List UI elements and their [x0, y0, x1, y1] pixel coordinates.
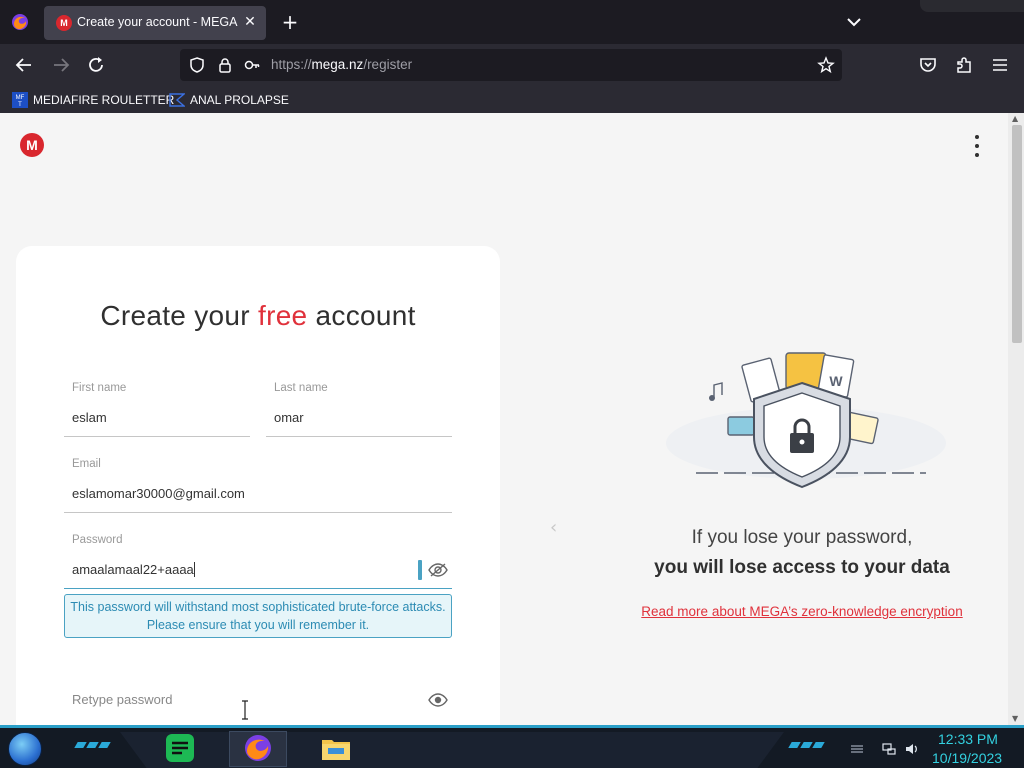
- carousel-prev-icon[interactable]: ‹: [550, 518, 564, 538]
- show-hidden-icons-icon[interactable]: [850, 742, 864, 756]
- pocket-icon[interactable]: [917, 54, 939, 76]
- taskbar-decoration-right: [788, 742, 825, 750]
- email-label: Email: [72, 458, 101, 470]
- security-illustration: W: [666, 352, 946, 489]
- bookmark-icon: [169, 93, 185, 107]
- window-decoration: [920, 0, 1024, 12]
- first-name-field[interactable]: First name eslam: [64, 382, 250, 437]
- clock-date[interactable]: 10/19/2023: [932, 750, 1002, 766]
- page-scrollbar[interactable]: ▲ ▼: [1008, 113, 1024, 725]
- tab-active[interactable]: M Create your account - MEGA ✕: [44, 6, 266, 40]
- eye-icon[interactable]: [428, 692, 448, 708]
- taskbar-decoration-left: [74, 742, 111, 750]
- password-label: Password: [72, 534, 123, 546]
- spotify-notes-icon[interactable]: [164, 732, 196, 764]
- clock-time[interactable]: 12:33 PM: [938, 731, 998, 747]
- last-name-field[interactable]: Last name omar: [266, 382, 452, 437]
- first-name-label: First name: [72, 382, 127, 394]
- back-button[interactable]: [13, 54, 35, 76]
- page-title: Create your free account: [100, 300, 416, 331]
- svg-text:W: W: [829, 373, 843, 389]
- mediafire-icon: MF T: [12, 92, 28, 108]
- mega-logo[interactable]: M: [20, 133, 44, 157]
- tab-close-icon[interactable]: ✕: [242, 14, 258, 30]
- page-viewport: M Create your free account First name es…: [0, 113, 1024, 725]
- last-name-input[interactable]: omar: [274, 410, 304, 425]
- app-menu-icon[interactable]: [989, 54, 1011, 76]
- svg-text:T: T: [18, 102, 22, 108]
- url-text[interactable]: https://mega.nz/register: [271, 57, 412, 72]
- new-tab-button[interactable]: +: [280, 12, 300, 32]
- taskbar-app-area: [120, 732, 784, 768]
- email-field[interactable]: Email eslamomar30000@gmail.com: [64, 458, 452, 513]
- info-line-2: you will lose access to your data: [654, 557, 950, 578]
- retype-password-input[interactable]: Retype password: [72, 692, 172, 707]
- forward-button[interactable]: [50, 54, 72, 76]
- email-input[interactable]: eslamomar30000@gmail.com: [72, 486, 245, 501]
- bookmark-anal-prolapse[interactable]: ANAL PROLAPSE: [169, 90, 289, 110]
- key-icon[interactable]: [243, 56, 261, 74]
- more-options-icon[interactable]: [970, 135, 984, 157]
- browser-tab-strip: M Create your account - MEGA ✕ +: [0, 0, 1024, 44]
- bookmark-mediafire[interactable]: MF T MEDIAFIRE ROULETTER: [12, 90, 174, 110]
- svg-text:MF: MF: [16, 95, 25, 101]
- extensions-icon[interactable]: [953, 54, 975, 76]
- password-field[interactable]: Password amaalamaal22+aaaa: [64, 534, 452, 589]
- scroll-down-icon[interactable]: ▼: [1012, 715, 1020, 723]
- encryption-info-link[interactable]: Read more about MEGA’s zero-knowledge en…: [600, 604, 1004, 619]
- firefox-menu-icon[interactable]: [10, 12, 30, 32]
- bookmark-star-icon[interactable]: [817, 56, 835, 74]
- password-input[interactable]: amaalamaal22+aaaa: [72, 562, 195, 577]
- start-button[interactable]: [8, 732, 42, 766]
- browser-navbar: https://mega.nz/register: [0, 44, 1024, 86]
- firefox-icon[interactable]: [242, 732, 274, 764]
- retype-password-field[interactable]: Retype password: [64, 692, 452, 725]
- scrollbar-thumb[interactable]: [1012, 125, 1022, 343]
- reload-button[interactable]: [85, 54, 107, 76]
- os-taskbar: 12:33 PM 10/19/2023: [0, 725, 1024, 768]
- password-strength-indicator: [418, 560, 422, 580]
- lock-icon[interactable]: [216, 56, 234, 74]
- info-line-1: If you lose your password,: [691, 527, 913, 548]
- bookmarks-toolbar: MF T MEDIAFIRE ROULETTER ANAL PROLAPSE: [0, 86, 1024, 113]
- password-strength-hint: This password will withstand most sophis…: [64, 594, 452, 638]
- first-name-input[interactable]: eslam: [72, 410, 107, 425]
- file-explorer-icon[interactable]: [320, 732, 352, 764]
- shield-icon[interactable]: [188, 56, 206, 74]
- url-bar[interactable]: https://mega.nz/register: [180, 49, 842, 81]
- last-name-label: Last name: [274, 382, 328, 394]
- tab-title: Create your account - MEGA: [77, 15, 238, 29]
- network-icon[interactable]: [882, 742, 896, 756]
- list-all-tabs-icon[interactable]: [844, 12, 864, 32]
- register-card: Create your free account First name esla…: [16, 246, 500, 725]
- volume-icon[interactable]: [905, 742, 919, 756]
- mega-favicon-icon: M: [56, 15, 72, 31]
- eye-slash-icon[interactable]: [428, 562, 448, 578]
- scroll-up-icon[interactable]: ▲: [1012, 115, 1020, 123]
- text-cursor-icon: [242, 700, 248, 720]
